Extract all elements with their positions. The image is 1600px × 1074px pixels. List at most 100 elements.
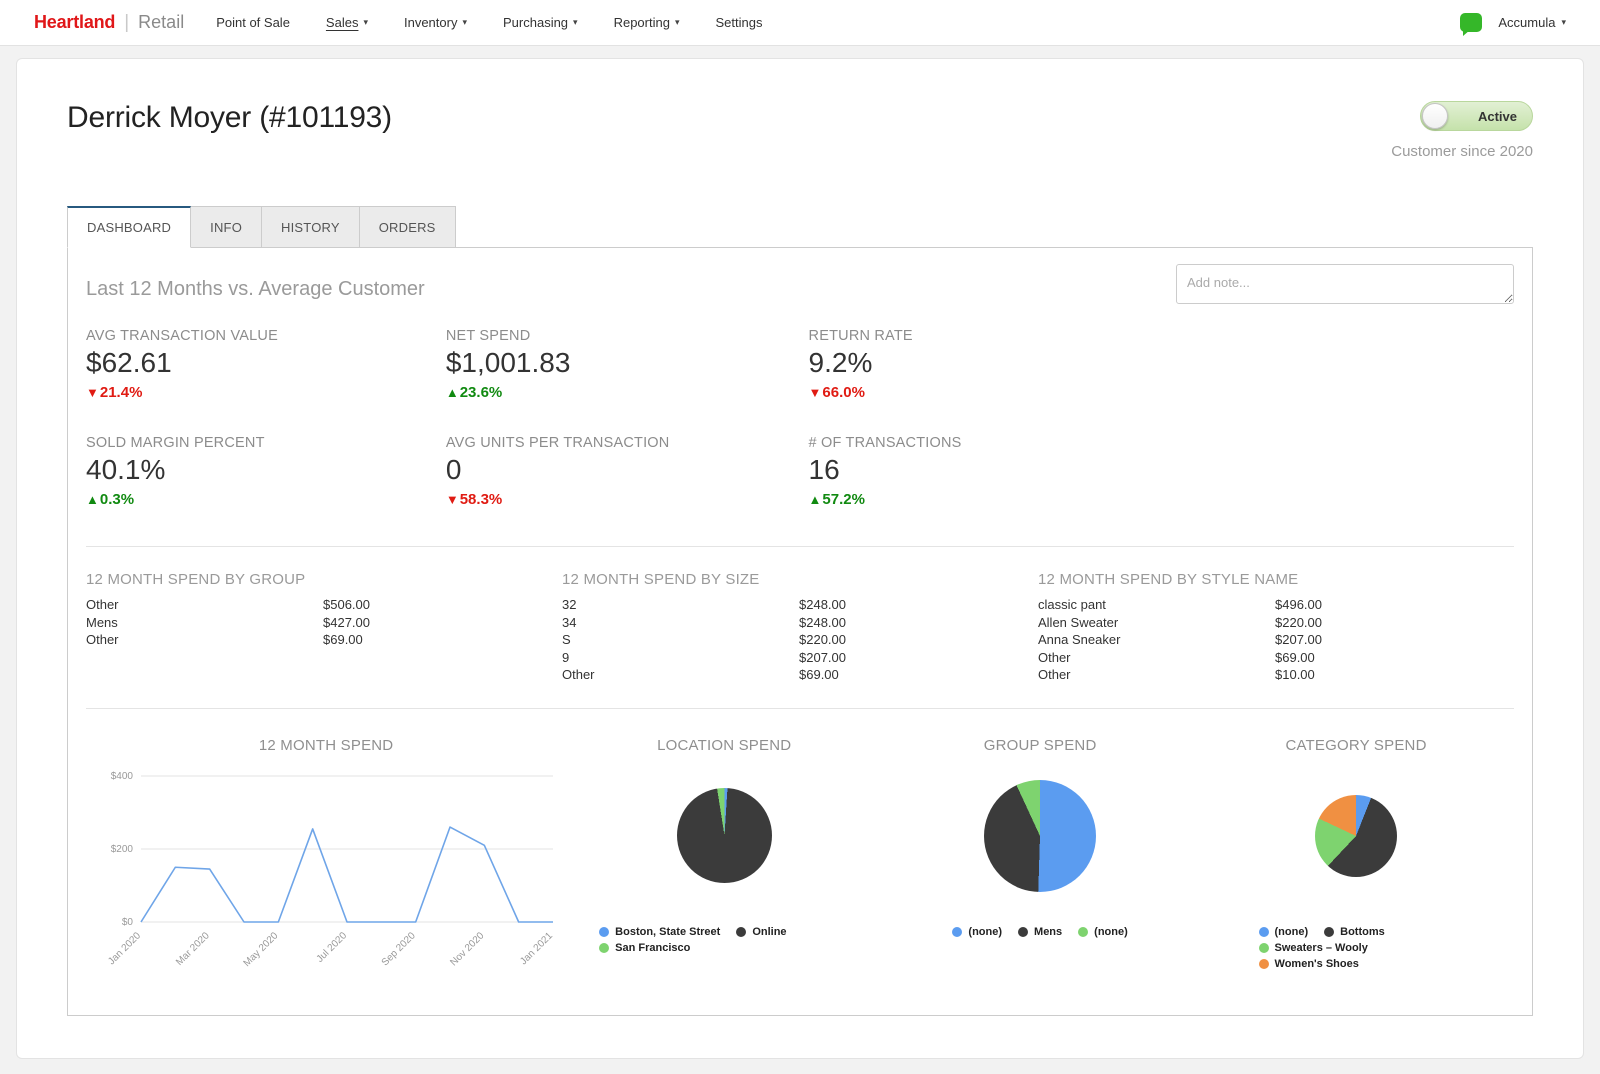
pie-legend: (none) Mens (none): [952, 926, 1128, 938]
row-label: 32: [562, 597, 577, 612]
chat-icon[interactable]: [1460, 13, 1483, 36]
nav-item-label: Sales: [325, 15, 359, 30]
spend-table-12-month-spend-by-size: 12 MONTH SPEND BY SIZE 32 $248.00 34 $248.00…: [562, 571, 1038, 684]
arrow-down-icon: ▼: [808, 385, 822, 400]
row-label: classic pant: [1038, 597, 1106, 612]
account-label: Accumula: [1498, 15, 1556, 30]
spend-tables: 12 MONTH SPEND BY GROUP Other $506.00 Mens $…: [86, 571, 1514, 684]
customer-card: Derrick Moyer (#101193) Active Customer …: [16, 58, 1584, 1059]
nav-item-label: Purchasing: [503, 15, 569, 30]
metric-delta-value: 0.3%: [99, 491, 135, 508]
svg-text:Jan 2020: Jan 2020: [106, 930, 143, 967]
tab-info[interactable]: INFO: [191, 206, 263, 248]
metric-value: 40.1%: [86, 454, 166, 485]
row-label: Mens: [86, 614, 118, 630]
metric-value: 0: [445, 454, 462, 485]
metric-label: AVG TRANSACTION VALUE: [86, 328, 278, 344]
legend-dot: [1018, 926, 1029, 937]
nav-item-settings[interactable]: Settings: [715, 15, 762, 30]
brand-secondary: Retail: [138, 11, 185, 32]
row-label: Other: [1038, 667, 1071, 682]
tab-dashboard[interactable]: DASHBOARD: [67, 206, 192, 248]
row-label: Allen Sweater: [1038, 614, 1119, 630]
pie-legend: Boston, State Street Online San Francisco: [599, 926, 849, 954]
legend-item: (none): [952, 926, 1002, 938]
pie-area: [676, 768, 772, 904]
row-value: $10.00: [1275, 667, 1315, 682]
nav-item-purchasing[interactable]: Purchasing ▾: [503, 15, 578, 30]
chart-title: CATEGORY SPEND: [1285, 736, 1427, 754]
legend-dot: [952, 926, 963, 937]
legend-label: Women's Shoes: [1274, 957, 1359, 970]
metric-delta-value: 23.6%: [459, 384, 503, 401]
svg-text:Nov 2020: Nov 2020: [448, 930, 486, 968]
line-chart-12-month-spend: 12 MONTH SPEND $0 $200 $400 Jan 2020 Mar 2020…: [86, 737, 566, 985]
metric-return-rate: RETURN RATE 9.2% ▼66.0%: [809, 328, 1514, 401]
pie-group-spend: [984, 779, 1097, 892]
legend-item: (none): [1258, 926, 1308, 938]
customer-since: Customer since 2020: [1391, 143, 1533, 160]
arrow-up-icon: ▲: [808, 492, 822, 507]
table-row: classic pant $496.00: [1038, 596, 1514, 614]
row-value: $69.00: [799, 667, 839, 682]
legend-label: Bottoms: [1340, 925, 1385, 938]
nav-item-inventory[interactable]: Inventory ▾: [404, 15, 467, 30]
legend-label: Online: [752, 925, 787, 938]
pie-chart-location-spend: LOCATION SPEND Boston, State Street Online…: [566, 737, 882, 985]
nav-item-reporting[interactable]: Reporting ▾: [614, 15, 680, 30]
svg-text:Mar 2020: Mar 2020: [174, 930, 212, 968]
metric-sold-margin-percent: SOLD MARGIN PERCENT 40.1% ▲0.3%: [86, 435, 446, 508]
nav-items: Point of Sale Sales ▾ Inventory ▾ Purchasing ▾…: [216, 15, 1460, 30]
row-value: $248.00: [799, 597, 846, 612]
svg-text:$0: $0: [122, 917, 134, 928]
line-chart-plot: $0 $200 $400 Jan 2020 Mar 2020 May 2020 Jul 20…: [87, 762, 565, 985]
metric-value: $1,001.83: [445, 347, 571, 378]
row-value: $69.00: [1275, 649, 1315, 665]
spend-table-title: 12 MONTH SPEND BY SIZE: [562, 571, 760, 588]
chevron-down-icon: ▾: [462, 17, 467, 27]
nav-item-point-of-sale[interactable]: Point of Sale: [216, 15, 290, 30]
brand-primary: Heartland: [34, 11, 116, 32]
metric-value: 16: [808, 454, 840, 485]
metric-delta-value: 21.4%: [99, 384, 143, 401]
legend-item: San Francisco: [599, 942, 690, 954]
divider: [86, 707, 1514, 709]
nav-item-label: Inventory: [403, 15, 458, 30]
legend-item: (none): [1078, 926, 1128, 938]
tab-history[interactable]: HISTORY: [262, 206, 360, 248]
row-label: Other: [86, 632, 119, 647]
metric-delta-value: 58.3%: [459, 491, 503, 508]
nav-item-label: Settings: [715, 15, 763, 30]
legend-item: Boston, State Street: [599, 926, 720, 938]
metric-delta: ▼58.3%: [446, 491, 809, 508]
row-value: $220.00: [799, 632, 846, 647]
arrow-down-icon: ▼: [445, 492, 459, 507]
legend-label: Boston, State Street: [615, 925, 721, 938]
tab-orders[interactable]: ORDERS: [359, 206, 456, 248]
chevron-down-icon: ▾: [1561, 17, 1566, 27]
table-row: 34 $248.00: [562, 614, 1038, 632]
panel-heading: Last 12 Months vs. Average Customer: [86, 278, 425, 300]
svg-text:$400: $400: [111, 771, 134, 782]
pie-chart-category-spend: CATEGORY SPEND (none) Bottoms Sweaters – Wo…: [1198, 737, 1514, 985]
legend-item: Bottoms: [1324, 926, 1385, 938]
legend-dot: [1324, 926, 1335, 937]
account-menu[interactable]: Accumula ▾: [1498, 15, 1566, 30]
legend-item: Mens: [1018, 926, 1062, 938]
nav-item-label: Point of Sale: [216, 15, 290, 30]
card-header-right: Active Customer since 2020: [1391, 101, 1533, 160]
divider: [86, 546, 1514, 547]
row-value: $220.00: [1275, 614, 1322, 630]
tab-bar: DASHBOARD INFO HISTORY ORDERS: [67, 206, 1533, 248]
nav-item-label: Reporting: [613, 15, 670, 30]
brand-logo[interactable]: Heartland | Retail: [34, 12, 184, 34]
nav-item-sales[interactable]: Sales ▾: [326, 15, 368, 30]
active-toggle[interactable]: Active: [1420, 101, 1533, 131]
spend-table-title: 12 MONTH SPEND BY STYLE NAME: [1038, 571, 1299, 588]
svg-text:Jul 2020: Jul 2020: [315, 930, 350, 965]
legend-dot: [1258, 942, 1269, 953]
charts-row: 12 MONTH SPEND $0 $200 $400 Jan 2020 Mar 2020…: [86, 737, 1514, 985]
note-input[interactable]: [1176, 264, 1514, 304]
legend-item: Online: [736, 925, 787, 938]
line-chart-svg: $0 $200 $400 Jan 2020 Mar 2020 May 2020 Jul 20…: [106, 771, 555, 969]
